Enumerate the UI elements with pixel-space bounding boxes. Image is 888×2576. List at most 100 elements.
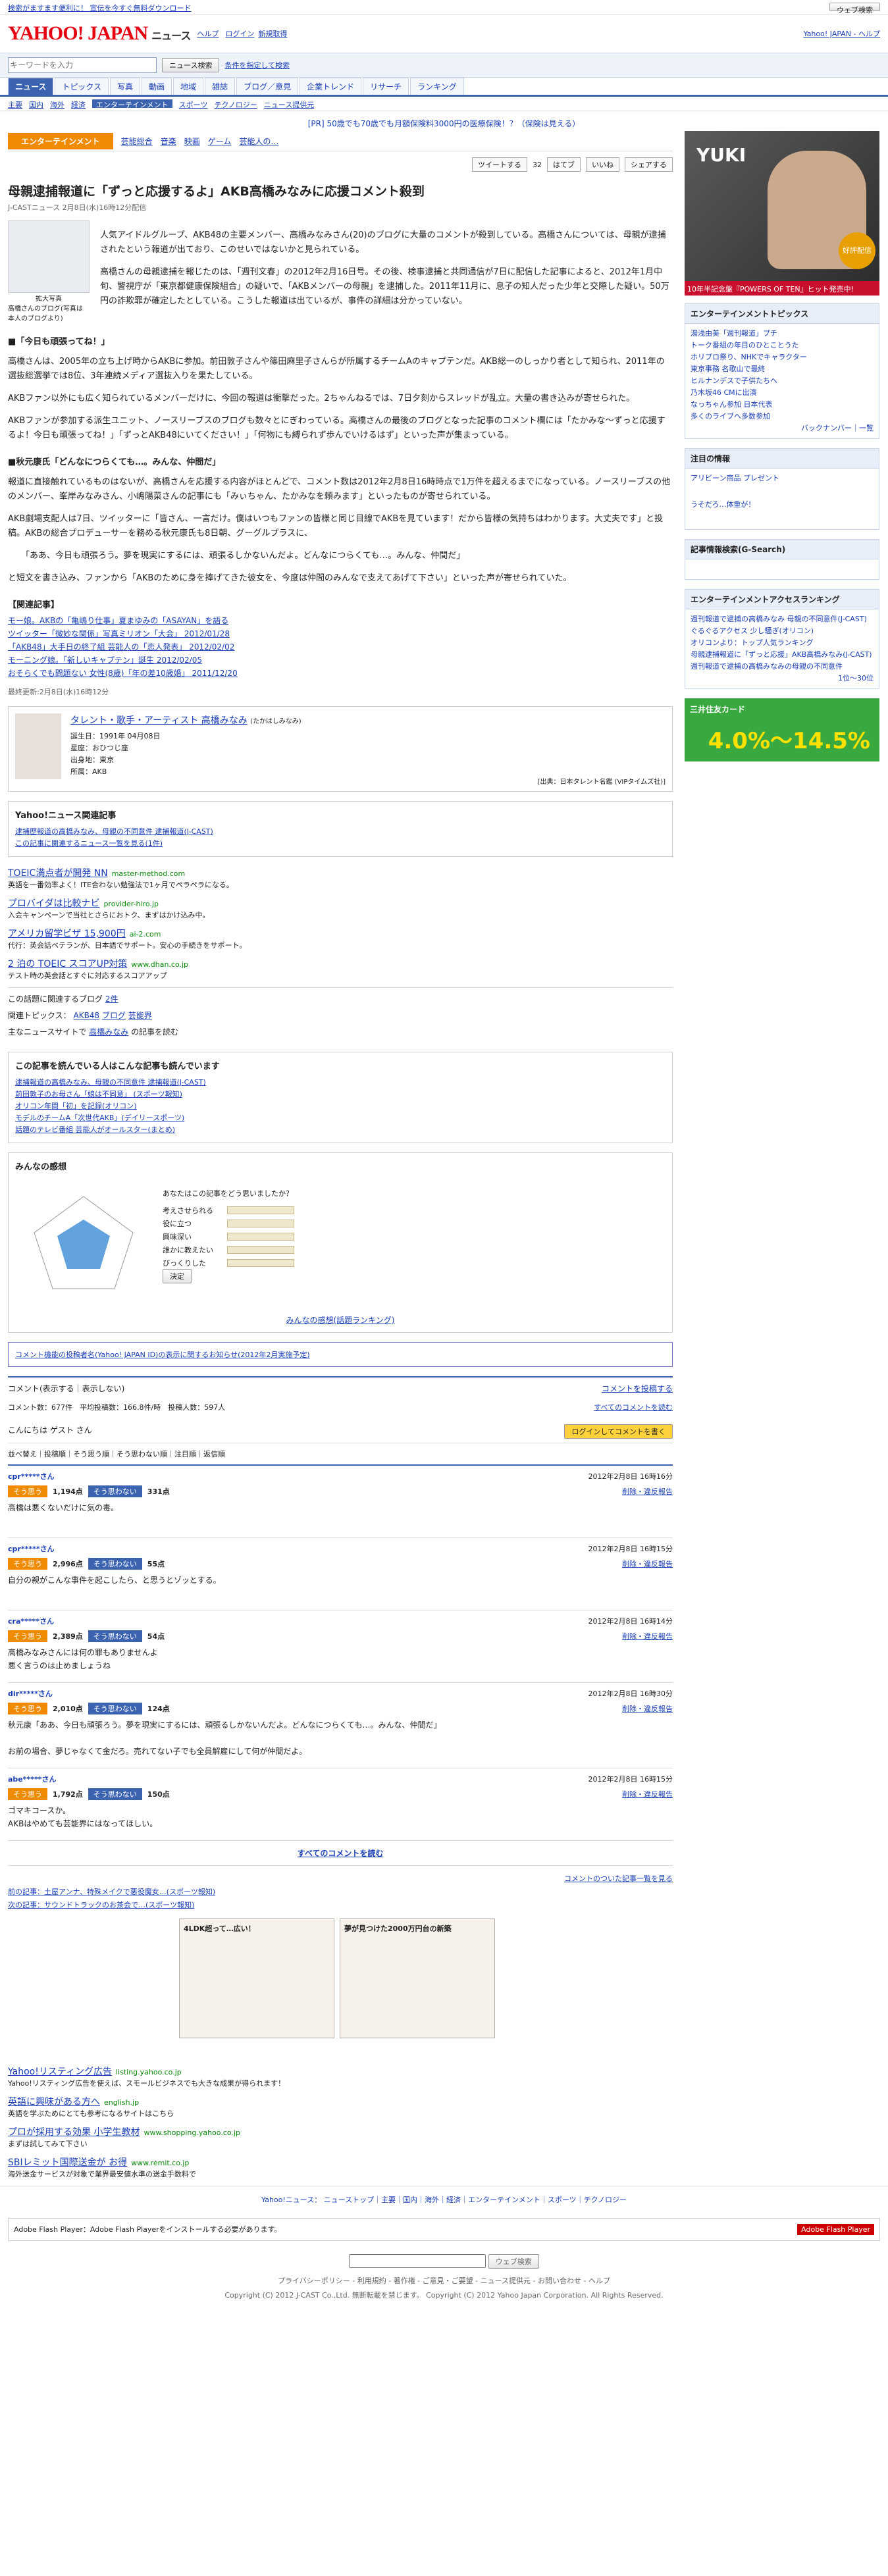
subnav-economy[interactable]: 経済	[71, 99, 86, 109]
talent-photo[interactable]	[15, 713, 61, 779]
tab-video[interactable]: 動画	[142, 78, 172, 95]
ranking-item[interactable]: ぐるぐるアクセス 少し騒ぎ(オリコン)	[691, 625, 874, 637]
topic-item[interactable]: なっちゃん参加 日本代表	[691, 399, 874, 411]
comment-notice-link[interactable]: コメント機能の投稿者名(Yahoo! JAPAN ID)の表示に関するお知らせ(…	[15, 1351, 310, 1359]
sidebar-card-ad[interactable]: 三井住友カード 4.0%〜14.5%	[685, 698, 879, 761]
impression-bar[interactable]	[227, 1259, 294, 1267]
topic-link[interactable]: AKB48	[73, 1011, 99, 1020]
ad-banner-left[interactable]: 4LDK超って…広い！	[179, 1919, 334, 2038]
agree-button[interactable]: そう思う	[8, 1558, 47, 1570]
topic-link[interactable]: ブログ	[102, 1011, 126, 1020]
topic-item[interactable]: トーク番組の年目のひとことうた	[691, 340, 874, 351]
top-search-button[interactable]: ウェブ検索	[829, 3, 880, 14]
ad-item[interactable]: TOEIC満点者が開発 NN master-method.com 英語を一番効率よく…	[8, 866, 673, 890]
category-link[interactable]: ゲーム	[208, 136, 232, 147]
subnav-domestic[interactable]: 国内	[29, 99, 43, 109]
impression-bar[interactable]	[227, 1233, 294, 1241]
register-link[interactable]: 新規取得	[258, 28, 287, 39]
disagree-button[interactable]: そう思わない	[88, 1703, 142, 1714]
share-button[interactable]: シェアする	[625, 157, 673, 172]
footer-search-input[interactable]	[349, 2254, 486, 2268]
ad-item[interactable]: SBIレミット国際送金が お得 www.remit.co.jp 海外送金サービスが対…	[8, 2155, 673, 2179]
advanced-search-link[interactable]: 条件を指定して検索	[224, 60, 290, 70]
impression-ranking-link[interactable]: みんなの感想(話題ランキング)	[286, 1316, 394, 1325]
tab-magazine[interactable]: 雑誌	[205, 78, 236, 95]
post-comment-link[interactable]: コメントを投稿する	[602, 1383, 673, 1394]
report-link[interactable]: 削除・違反報告	[622, 1558, 673, 1569]
topic-item[interactable]: 乃木坂46 CMに出演	[691, 387, 874, 399]
news-search-button[interactable]: ニュース検索	[162, 58, 220, 72]
yahoo-top-link[interactable]: Yahoo! JAPAN - ヘルプ	[803, 28, 880, 39]
related-link[interactable]: モーニング娘。「新しいキャプテン」誕生 2012/02/05	[8, 656, 202, 665]
tab-blog[interactable]: ブログ／意見	[236, 78, 299, 95]
article-photo[interactable]: 拡大写真 高橋さんのブログ(写真は本人のブログより)	[8, 220, 90, 322]
ranking-item[interactable]: 週刊報道で逮捕の高橋みなみの母親の不同意件	[691, 661, 874, 673]
disagree-button[interactable]: そう思わない	[88, 1788, 142, 1800]
related-link[interactable]: 「AKB48」大手日の終了組 芸能人の「恋人発表」 2012/02/02	[8, 642, 234, 652]
attention-item[interactable]: うそだろ…体重が！	[691, 499, 874, 525]
category-link[interactable]: 芸能総合	[121, 136, 153, 147]
comment-user[interactable]: cpr*****さん	[8, 1471, 55, 1481]
ad-item[interactable]: 2 泊の TOEIC スコアUP対策 www.dhan.co.jp テスト時の英会話…	[8, 957, 673, 981]
report-link[interactable]: 削除・違反報告	[622, 1631, 673, 1641]
login-link[interactable]: ログイン	[225, 28, 254, 39]
footer-nav[interactable]: Yahoo!ニュース： ニューストップ｜主要｜国内｜海外｜経済｜エンターテインメ…	[0, 2186, 888, 2213]
help-link[interactable]: ヘルプ	[197, 28, 219, 39]
comments-toggle[interactable]: コメント(表示する｜表示しない)	[8, 1383, 124, 1394]
tweet-button[interactable]: ツイートする	[472, 157, 527, 172]
comment-user[interactable]: abe*****さん	[8, 1774, 57, 1784]
yahoo-logo[interactable]: YAHOO! JAPAN ニュース	[8, 22, 191, 45]
all-comments-bottom-link[interactable]: すべてのコメントを読む	[298, 1849, 384, 1858]
ranking-more-link[interactable]: 1位〜30位	[691, 673, 874, 684]
sidebar-ad-yuki[interactable]: YUKI 好評配信中! 10年半記念盤『POWERS OF TEN』ヒット発売中…	[685, 131, 879, 296]
comment-article-list-link[interactable]: コメントのついた記事一覧を見る	[564, 1874, 673, 1883]
tab-research[interactable]: リサーチ	[363, 78, 409, 95]
also-read-link[interactable]: 話題のテレビ番組 芸能人がオールスター(まとめ)	[15, 1125, 175, 1134]
topic-item[interactable]: 湯浅由美「週刊報道」プチ	[691, 328, 874, 340]
sources-keyword[interactable]: 高橋みなみ	[89, 1027, 128, 1037]
related-link[interactable]: モー娘。AKBの「亀嶋り仕事」夏まゆみの「ASAYAN」を語る	[8, 616, 228, 625]
talent-name[interactable]: タレント・歌手・アーティスト 高橋みなみ	[70, 715, 248, 726]
ad-banner-right[interactable]: 夢が見つけた2000万円台の新築	[340, 1919, 495, 2038]
topic-item[interactable]: 東京事務 名歌山で最終	[691, 363, 874, 375]
report-link[interactable]: 削除・違反報告	[622, 1486, 673, 1497]
tab-photo[interactable]: 写真	[110, 78, 141, 95]
topic-link[interactable]: 芸能界	[128, 1011, 152, 1020]
agree-button[interactable]: そう思う	[8, 1703, 47, 1714]
subnav-main[interactable]: 主要	[8, 99, 22, 109]
report-link[interactable]: 削除・違反報告	[622, 1703, 673, 1714]
comment-user[interactable]: dir*****さん	[8, 1688, 53, 1699]
comment-user[interactable]: cra*****さん	[8, 1616, 54, 1626]
hatena-button[interactable]: はてブ	[547, 157, 581, 172]
disagree-button[interactable]: そう思わない	[88, 1558, 142, 1570]
ad-item[interactable]: Yahoo!リスティング広告 listing.yahoo.co.jp Yahoo!リ…	[8, 2065, 673, 2088]
disagree-button[interactable]: そう思わない	[88, 1485, 142, 1497]
like-button[interactable]: いいね	[586, 157, 619, 172]
login-comment-button[interactable]: ログインしてコメントを書く	[564, 1424, 673, 1439]
impression-bar[interactable]	[227, 1206, 294, 1214]
ad-item[interactable]: アメリカ留学ビザ 15,900円 ai-2.com 代行：英会話ベテランが、日本語で…	[8, 927, 673, 950]
flash-text[interactable]: Adobe Flash Player：Adobe Flash Playerをイン…	[14, 2224, 281, 2235]
also-read-link[interactable]: 前田敦子のお母さん「娘は不同意」 (スポーツ報知)	[15, 1090, 182, 1098]
topics-more-link[interactable]: バックナンバー｜一覧	[691, 423, 874, 434]
photo-caption[interactable]: 拡大写真	[8, 293, 90, 303]
report-link[interactable]: 削除・違反報告	[622, 1789, 673, 1799]
ad-item[interactable]: プロが採用する効果 小学生教材 www.shopping.yahoo.co.jp ま…	[8, 2125, 673, 2149]
ad-item[interactable]: 英語に興味がある方へ english.jp 英語を学ぶためにとても参考になるサイトは…	[8, 2095, 673, 2119]
category-link[interactable]: 映画	[184, 136, 200, 147]
also-read-link[interactable]: オリコン年間「初」を記録(オリコン)	[15, 1102, 137, 1110]
yahoo-related-more[interactable]: この記事に関連するニュース一覧を見る(1件)	[15, 839, 163, 848]
impression-bar[interactable]	[227, 1246, 294, 1254]
also-read-link[interactable]: モデルのチームA「次世代AKB」(デイリースポーツ)	[15, 1114, 184, 1122]
disagree-button[interactable]: そう思わない	[88, 1630, 142, 1642]
attention-item[interactable]: アリビーン商品 プレゼント	[691, 473, 874, 499]
topic-item[interactable]: 多くのライブへ多数参加	[691, 411, 874, 423]
flash-badge[interactable]: Adobe Flash Player	[797, 2224, 874, 2235]
subnav-sports[interactable]: スポーツ	[179, 99, 208, 109]
comment-user[interactable]: cpr*****さん	[8, 1543, 55, 1554]
impression-bar[interactable]	[227, 1220, 294, 1227]
ranking-item[interactable]: 週刊報道で逮捕の高橋みなみ 母親の不同意件(J-CAST)	[691, 613, 874, 625]
ranking-item[interactable]: オリコンより：トップ人気ランキング	[691, 637, 874, 649]
tab-ranking[interactable]: ランキング	[410, 78, 464, 95]
subnav-tech[interactable]: テクノロジー	[214, 99, 257, 109]
